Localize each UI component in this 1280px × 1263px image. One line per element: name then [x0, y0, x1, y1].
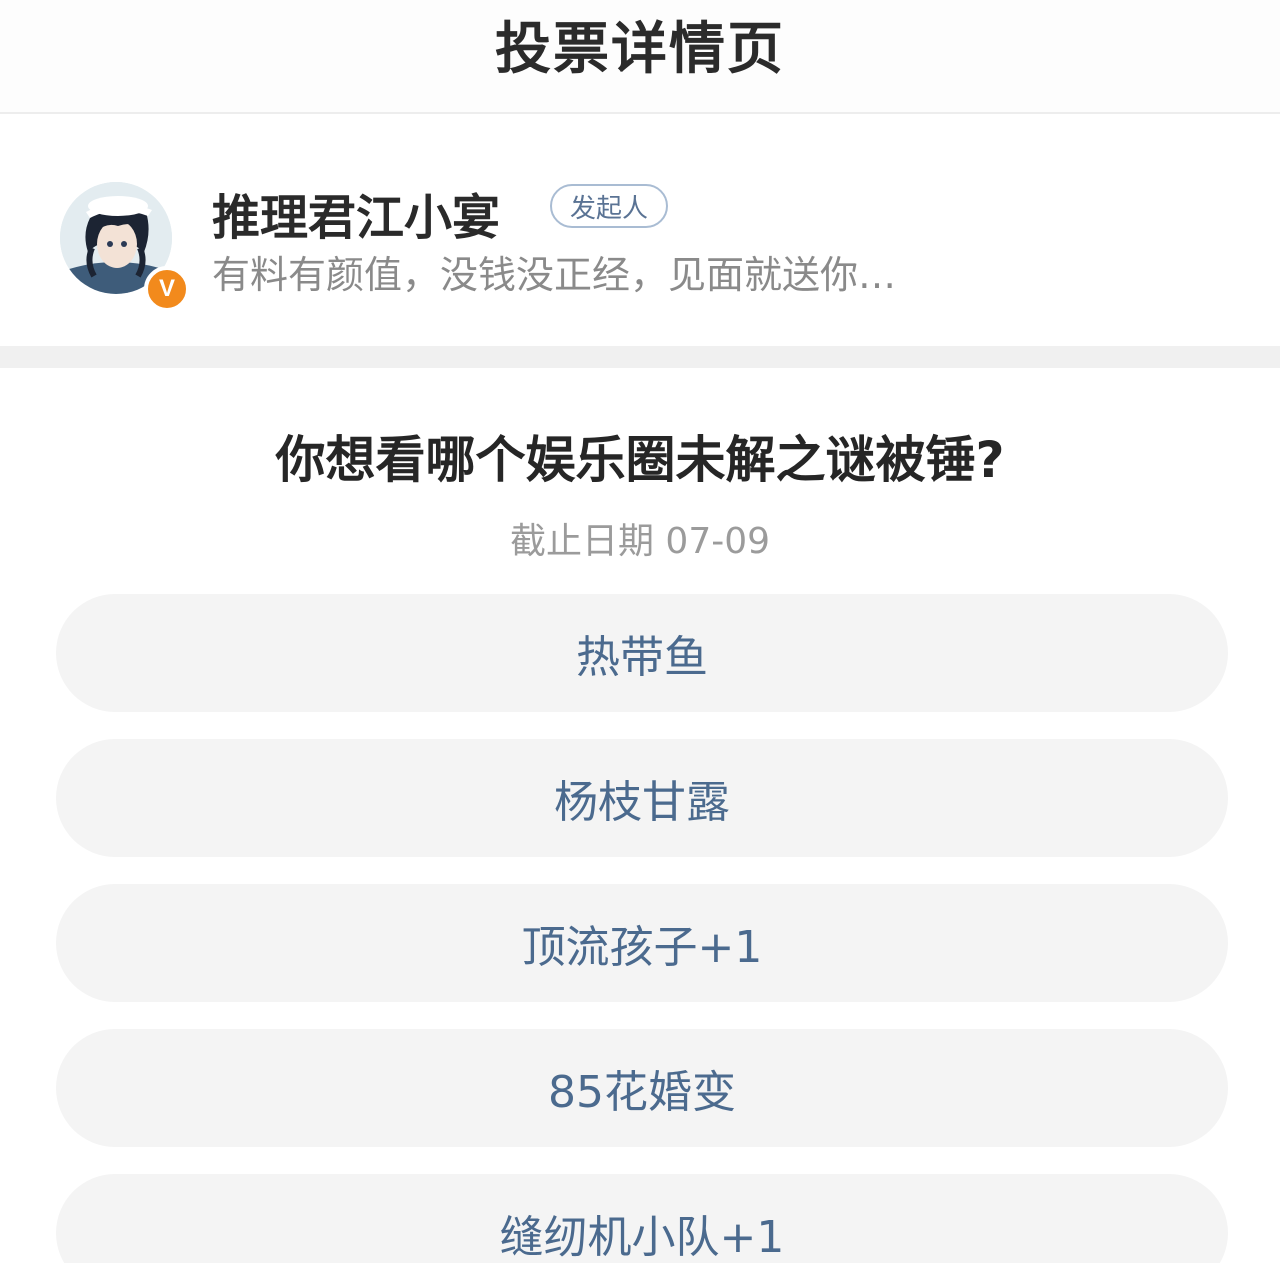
vote-detail-page: 投票详情页 V 推理君江小宴 发起人 有料有颜值，没钱没正经，见面就送你… 你想… [0, 0, 1280, 1263]
poll-option-label: 85花婚变 [548, 1067, 736, 1118]
poll-option-label: 杨枝甘露 [554, 777, 730, 828]
navigation-bar: 投票详情页 [0, 0, 1280, 114]
section-divider [0, 346, 1280, 368]
initiator-badge: 发起人 [550, 184, 668, 228]
poll-question: 你想看哪个娱乐圈未解之谜被锤? [275, 431, 1005, 489]
poll-option-button[interactable]: 缝纫机小队+1 [56, 1174, 1228, 1263]
author-bio: 有料有颜值，没钱没正经，见面就送你… [212, 253, 897, 297]
poll-option-button[interactable]: 杨枝甘露 [56, 739, 1228, 857]
verified-icon: V [144, 266, 190, 312]
author-card[interactable]: V 推理君江小宴 发起人 有料有颜值，没钱没正经，见面就送你… [0, 114, 1280, 346]
poll-options-list: 热带鱼 杨枝甘露 顶流孩子+1 85花婚变 缝纫机小队+1 [56, 594, 1228, 1263]
poll-option-label: 热带鱼 [576, 632, 708, 683]
poll-option-button[interactable]: 85花婚变 [56, 1029, 1228, 1147]
poll-option-button[interactable]: 热带鱼 [56, 594, 1228, 712]
poll-option-label: 顶流孩子+1 [521, 922, 763, 973]
poll-option-button[interactable]: 顶流孩子+1 [56, 884, 1228, 1002]
avatar-container[interactable]: V [60, 182, 190, 312]
page-title: 投票详情页 [495, 16, 785, 82]
author-name[interactable]: 推理君江小宴 [212, 178, 500, 248]
poll-option-label: 缝纫机小队+1 [499, 1212, 785, 1263]
poll-deadline: 截止日期 07-09 [509, 521, 771, 562]
